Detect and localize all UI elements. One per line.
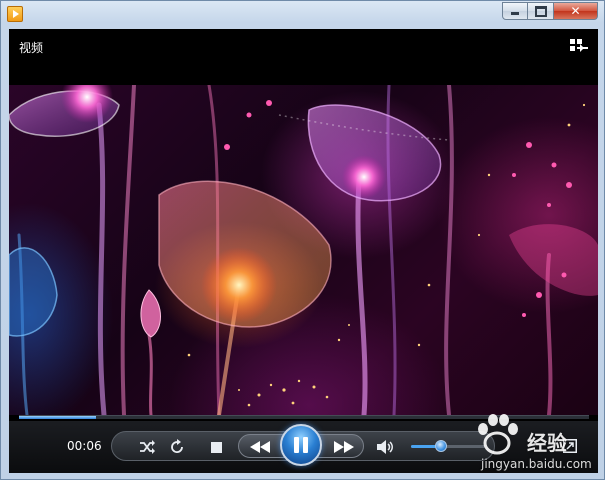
video-content bbox=[9, 85, 598, 415]
repeat-button[interactable] bbox=[167, 437, 187, 457]
seek-progress bbox=[19, 416, 96, 419]
minimize-button[interactable] bbox=[502, 2, 528, 20]
media-player-icon[interactable] bbox=[7, 6, 23, 22]
switch-to-library-icon[interactable] bbox=[570, 39, 588, 53]
stop-button[interactable] bbox=[206, 437, 226, 457]
mute-button[interactable] bbox=[375, 437, 395, 457]
watermark-brand: 经验 bbox=[527, 431, 567, 455]
window-controls: ✕ bbox=[502, 2, 598, 20]
current-time: 00:06 bbox=[67, 439, 102, 453]
minimize-icon bbox=[511, 12, 519, 15]
repeat-icon bbox=[171, 439, 183, 453]
volume-thumb[interactable] bbox=[434, 440, 447, 452]
player-window: ✕ 视频 00:06 经验 jingyan.baidu.com bbox=[0, 0, 605, 480]
close-button[interactable]: ✕ bbox=[554, 2, 598, 20]
stop-icon bbox=[210, 441, 222, 453]
video-frame[interactable] bbox=[9, 85, 598, 415]
pause-button[interactable] bbox=[280, 424, 322, 466]
next-button[interactable] bbox=[331, 437, 357, 457]
pause-icon bbox=[292, 437, 310, 453]
maximize-button[interactable] bbox=[528, 2, 554, 20]
shuffle-icon bbox=[140, 440, 155, 454]
speaker-icon bbox=[377, 440, 393, 454]
next-icon bbox=[334, 441, 354, 453]
watermark: 经验 jingyan.baidu.com bbox=[469, 411, 599, 477]
baidu-paw-logo bbox=[478, 414, 518, 455]
video-title: 视频 bbox=[19, 41, 44, 55]
now-playing-view: 视频 00:06 bbox=[9, 29, 598, 473]
shuffle-button[interactable] bbox=[137, 437, 157, 457]
close-icon: ✕ bbox=[570, 4, 581, 18]
title-bar[interactable]: ✕ bbox=[1, 1, 604, 27]
previous-icon bbox=[250, 441, 270, 453]
maximize-icon bbox=[534, 5, 547, 17]
watermark-url: jingyan.baidu.com bbox=[481, 457, 592, 471]
previous-button[interactable] bbox=[247, 437, 273, 457]
